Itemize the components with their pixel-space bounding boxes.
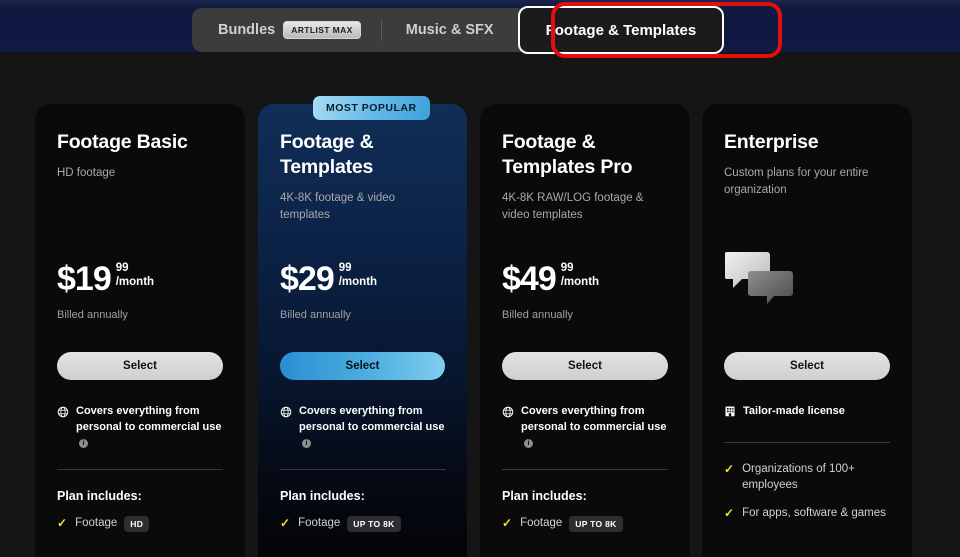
- plan-title: Footage & Templates: [280, 131, 374, 178]
- tab-bundles[interactable]: Bundles ARTLIST MAX: [192, 8, 381, 52]
- tab-bundles-label: Bundles: [218, 22, 276, 38]
- check-icon: ✓: [502, 516, 513, 530]
- chat-bubbles-icon: [725, 252, 793, 304]
- plan-title: Footage Basic: [57, 131, 188, 153]
- price-suffix: 99 /month: [560, 262, 600, 290]
- license-text: Covers everything from personal to comme…: [521, 405, 667, 433]
- feature-label: Footage: [520, 517, 563, 530]
- billing-note: Billed annually: [502, 309, 573, 321]
- license-text-wrap: Covers everything from personal to comme…: [521, 404, 674, 452]
- feature-list: ✓ Footage UP TO 8K: [280, 516, 456, 545]
- price-cents: 99: [338, 262, 352, 274]
- plan-card-footage-templates[interactable]: Footage & Templates 4K-8K footage & vide…: [258, 104, 467, 557]
- price-cents: 99: [560, 262, 574, 274]
- feature-item: ✓ Footage HD: [57, 516, 233, 532]
- select-button[interactable]: Select: [280, 352, 445, 380]
- globe-icon: [280, 406, 292, 418]
- info-icon[interactable]: i: [79, 438, 88, 448]
- check-icon: ✓: [724, 462, 735, 476]
- plan-price: $49 99 /month: [502, 262, 599, 296]
- feature-badge: HD: [124, 516, 150, 532]
- select-button[interactable]: Select: [57, 352, 223, 380]
- plan-subtitle: Custom plans for your entire organizatio…: [724, 166, 869, 196]
- plan-price: $19 99 /month: [57, 262, 154, 296]
- billing-note: Billed annually: [280, 309, 351, 321]
- card-divider: [724, 442, 890, 443]
- price-period: /month: [560, 275, 600, 288]
- price-amount: $19: [57, 260, 112, 298]
- feature-item: ✓ Organizations of 100+ employees: [724, 462, 900, 493]
- license-row: Covers everything from personal to comme…: [57, 404, 229, 452]
- plan-subtitle: 4K-8K footage & video templates: [280, 191, 396, 221]
- license-text-wrap: Covers everything from personal to comme…: [76, 404, 229, 452]
- info-icon[interactable]: i: [524, 438, 533, 448]
- plan-subtitle: 4K-8K RAW/LOG footage & video templates: [502, 191, 644, 221]
- feature-item: ✓ For apps, software & games: [724, 506, 900, 522]
- plan-category-tabs[interactable]: Bundles ARTLIST MAX Music & SFX Footage …: [192, 6, 725, 54]
- billing-note: Billed annually: [57, 309, 128, 321]
- tab-music-sfx-label: Music & SFX: [405, 22, 494, 38]
- feature-label: For apps, software & games: [742, 507, 886, 520]
- feature-list: ✓ Organizations of 100+ employees ✓ For …: [724, 462, 900, 535]
- tab-music-sfx[interactable]: Music & SFX: [382, 8, 518, 52]
- card-divider: [502, 469, 668, 470]
- feature-label: Organizations of 100+ employees: [742, 463, 855, 491]
- price-suffix: 99 /month: [115, 262, 155, 290]
- feature-line: Footage UP TO 8K: [298, 516, 401, 532]
- plan-subtitle: HD footage: [57, 166, 116, 179]
- building-icon: [725, 406, 735, 417]
- license-row: Covers everything from personal to comme…: [280, 404, 452, 452]
- tab-footage-templates[interactable]: Footage & Templates: [517, 6, 725, 54]
- price-suffix: 99 /month: [338, 262, 378, 290]
- card-divider: [57, 469, 223, 470]
- feature-list: ✓ Footage HD: [57, 516, 233, 545]
- license-text-wrap: Covers everything from personal to comme…: [299, 404, 452, 452]
- band-sheen: [0, 0, 960, 6]
- license-row: Covers everything from personal to comme…: [502, 404, 674, 452]
- check-icon: ✓: [724, 506, 735, 521]
- feature-label: Footage: [75, 517, 118, 530]
- plan-title: Footage & Templates Pro: [502, 131, 633, 178]
- feature-label: Footage: [298, 517, 341, 530]
- license-text: Tailor-made license: [743, 405, 845, 417]
- price-amount: $49: [502, 260, 557, 298]
- plan-includes-heading: Plan includes:: [280, 489, 365, 503]
- price-period: /month: [338, 275, 378, 288]
- artlist-max-badge: ARTLIST MAX: [283, 21, 361, 39]
- globe-icon: [57, 406, 69, 418]
- license-text-wrap: Tailor-made license: [743, 404, 845, 420]
- plan-title: Enterprise: [724, 131, 819, 153]
- card-divider: [280, 469, 446, 470]
- check-icon: ✓: [57, 516, 68, 530]
- plan-card-enterprise[interactable]: Enterprise Custom plans for your entire …: [702, 104, 912, 557]
- plan-card-footage-basic[interactable]: Footage Basic HD footage $19 99 /month B…: [35, 104, 245, 557]
- license-text: Covers everything from personal to comme…: [299, 405, 445, 433]
- feature-badge: UP TO 8K: [569, 516, 623, 532]
- check-icon: ✓: [280, 516, 291, 530]
- price-cents: 99: [115, 262, 129, 274]
- info-icon[interactable]: i: [302, 438, 311, 448]
- feature-list: ✓ Footage UP TO 8K: [502, 516, 678, 545]
- feature-item: ✓ Footage UP TO 8K: [502, 516, 678, 532]
- feature-item: ✓ Footage UP TO 8K: [280, 516, 456, 532]
- feature-line: Footage HD: [75, 516, 150, 532]
- globe-icon: [502, 406, 514, 418]
- plan-price: $29 99 /month: [280, 262, 377, 296]
- feature-line: Footage UP TO 8K: [520, 516, 623, 532]
- license-text: Covers everything from personal to comme…: [76, 405, 222, 433]
- pricing-page: Bundles ARTLIST MAX Music & SFX Footage …: [0, 0, 960, 557]
- select-button[interactable]: Select: [502, 352, 668, 380]
- tab-footage-templates-label: Footage & Templates: [545, 21, 697, 39]
- select-button[interactable]: Select: [724, 352, 890, 380]
- plan-card-footage-templates-pro[interactable]: Footage & Templates Pro 4K-8K RAW/LOG fo…: [480, 104, 690, 557]
- pricing-cards: MOST POPULAR Footage Basic HD footage $1…: [0, 52, 960, 557]
- plan-includes-heading: Plan includes:: [57, 489, 142, 503]
- price-amount: $29: [280, 260, 335, 298]
- plan-includes-heading: Plan includes:: [502, 489, 587, 503]
- license-row: Tailor-made license: [724, 404, 896, 420]
- price-period: /month: [115, 275, 155, 288]
- feature-badge: UP TO 8K: [347, 516, 401, 532]
- most-popular-badge: MOST POPULAR: [313, 96, 430, 120]
